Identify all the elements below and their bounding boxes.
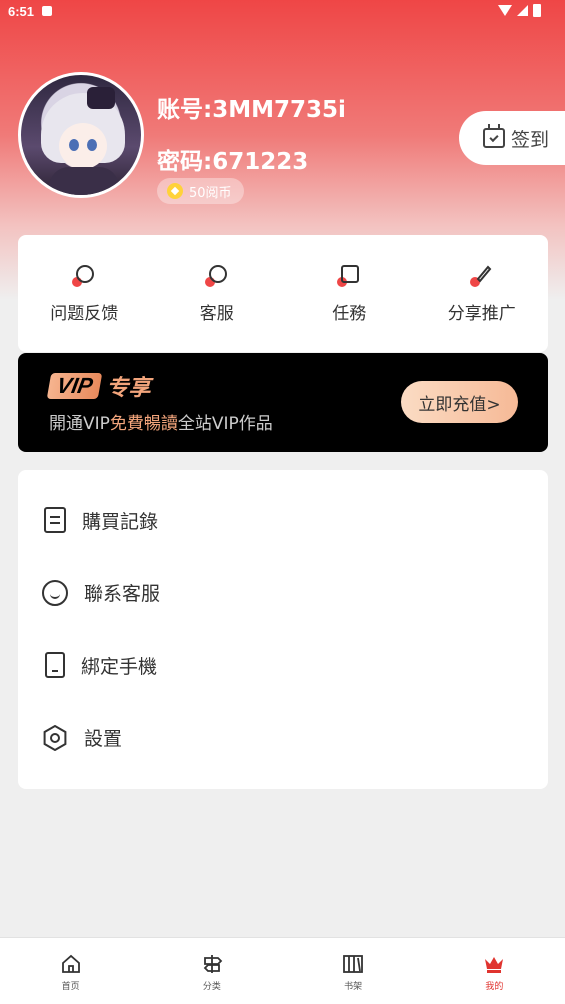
quick-action-feedback[interactable]: 问题反馈 — [18, 235, 151, 352]
menu-item-label: 購買記錄 — [82, 510, 159, 533]
home-icon — [61, 954, 80, 973]
vip-title: 专享 — [106, 376, 151, 401]
battery-icon — [533, 4, 541, 17]
task-icon — [337, 263, 361, 287]
rocket-icon — [469, 263, 494, 287]
quick-action-label: 分享推广 — [447, 304, 516, 324]
quick-actions: 问题反馈 客服 任務 分享推广 — [18, 235, 548, 352]
settings-icon — [42, 724, 68, 751]
nav-profile[interactable]: 我的 — [424, 938, 565, 1004]
status-bar: 6:51 — [0, 0, 565, 24]
menu-item-label: 綁定手機 — [81, 655, 158, 678]
account-password: 密码:671223 — [157, 149, 309, 175]
notification-icon — [42, 6, 52, 16]
nav-category[interactable]: 分类 — [141, 938, 282, 1004]
quick-action-label: 任務 — [332, 304, 367, 324]
menu-item-label: 聯系客服 — [84, 583, 161, 606]
vip-desc-highlight: 免費暢讀 — [109, 414, 178, 434]
menu-item-settings[interactable]: 設置 — [18, 702, 548, 775]
nav-label: 书架 — [344, 982, 363, 992]
feedback-icon — [72, 263, 96, 287]
account-id: 账号:3MM7735i — [157, 97, 346, 123]
quick-action-label: 问题反馈 — [50, 304, 119, 324]
bottom-nav: 首页 分类 书架 我的 — [0, 937, 565, 1004]
menu-item-purchase-history[interactable]: 購買記錄 — [18, 484, 548, 557]
nav-home[interactable]: 首页 — [0, 938, 141, 1004]
vip-logo: VIP 专享 — [46, 370, 151, 402]
vip-description: 開通VIP免費暢讀全站VIP作品 — [49, 409, 273, 434]
recharge-button[interactable]: 立即充值> — [401, 381, 518, 423]
vip-badge: VIP — [46, 373, 103, 399]
quick-action-label: 客服 — [199, 304, 234, 324]
signin-button[interactable]: 签到 — [459, 111, 565, 165]
bookshelf-icon — [343, 955, 364, 973]
avatar[interactable] — [18, 72, 144, 198]
wifi-icon — [498, 5, 512, 16]
signpost-icon — [203, 955, 223, 973]
quick-action-customer-service[interactable]: 客服 — [151, 235, 284, 352]
customer-service-icon — [204, 263, 229, 287]
signin-label: 签到 — [511, 128, 550, 151]
vip-banner[interactable]: VIP 专享 開通VIP免費暢讀全站VIP作品 立即充值> — [18, 353, 548, 452]
quick-action-task[interactable]: 任務 — [283, 235, 416, 352]
vip-desc-prefix: 開通VIP — [49, 414, 110, 434]
menu-item-bind-phone[interactable]: 綁定手機 — [18, 629, 548, 702]
document-icon — [44, 507, 66, 534]
nav-label: 首页 — [61, 982, 80, 992]
menu-item-contact-support[interactable]: 聯系客服 — [18, 557, 548, 630]
chat-icon — [42, 579, 68, 606]
phone-icon — [45, 652, 65, 679]
nav-label: 分类 — [202, 982, 221, 992]
calendar-check-icon — [483, 124, 505, 148]
menu-list: 購買記錄 聯系客服 綁定手機 設置 — [18, 470, 548, 789]
signal-icon — [517, 5, 528, 16]
coin-balance-label: 50阅币 — [189, 185, 232, 201]
nav-bookshelf[interactable]: 书架 — [283, 938, 424, 1004]
quick-action-share[interactable]: 分享推广 — [416, 235, 549, 352]
coin-balance[interactable]: 50阅币 — [157, 178, 244, 204]
status-time: 6:51 — [8, 4, 35, 19]
nav-label: 我的 — [485, 982, 504, 992]
menu-item-label: 設置 — [84, 728, 123, 751]
vip-desc-suffix: 全站VIP作品 — [177, 414, 273, 434]
coin-icon — [167, 183, 183, 199]
crown-icon — [485, 957, 504, 973]
status-icons — [498, 4, 541, 17]
